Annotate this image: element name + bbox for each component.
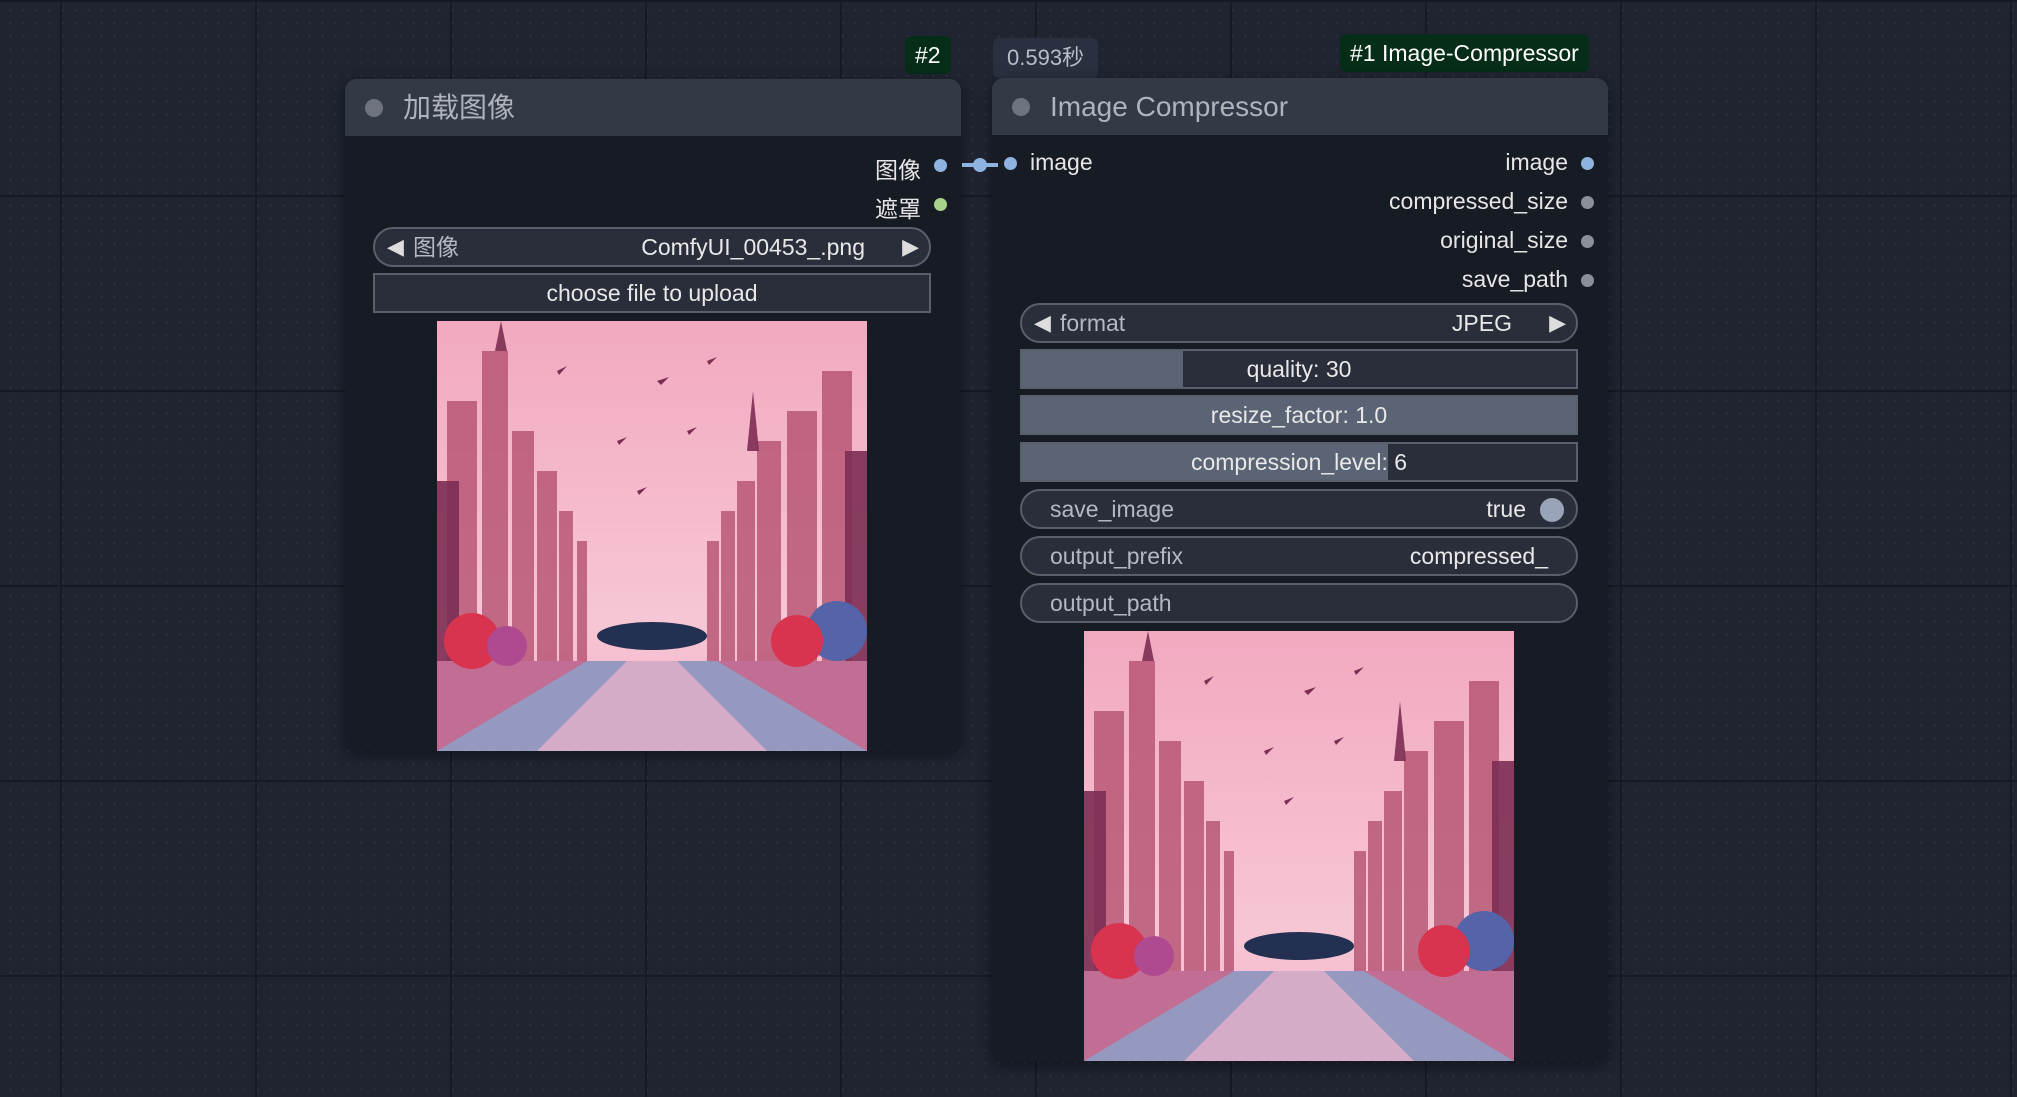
output-label-save-path: save_path [1461, 266, 1568, 292]
node-title: Image Compressor [1050, 91, 1289, 122]
quality-slider[interactable]: quality: 30 [1020, 349, 1578, 389]
node-link[interactable] [940, 150, 1020, 180]
field-label: output_prefix [1050, 543, 1183, 569]
toggle-knob-icon[interactable] [1540, 498, 1564, 522]
field-value: compressed_ [1409, 543, 1548, 569]
collapse-dot-icon[interactable] [1012, 98, 1030, 116]
node-id-badge: #2 [905, 36, 951, 74]
load-image-node[interactable]: 加载图像 图像 遮罩 ◀ 图像 ComfyUI_00453_.png ▶ cho… [345, 79, 961, 751]
node-id-badge: #1 Image-Compressor [1340, 34, 1589, 72]
output-slot-compressed-size[interactable] [1581, 196, 1594, 209]
next-arrow-icon[interactable]: ▶ [1549, 305, 1566, 341]
combo-value: JPEG [1451, 310, 1512, 336]
compressed-preview-image [1084, 631, 1514, 1061]
node-title-bar[interactable]: Image Compressor [992, 78, 1608, 135]
format-combo[interactable]: ◀ format JPEG ▶ [1020, 303, 1578, 343]
output-label-mask: 遮罩 [875, 196, 921, 222]
output-label-original-size: original_size [1440, 227, 1568, 253]
output-label-compressed-size: compressed_size [1389, 188, 1568, 214]
slider-text: compression_level: 6 [1190, 449, 1408, 475]
node-body: 图像 遮罩 ◀ 图像 ComfyUI_00453_.png ▶ choose f… [345, 136, 961, 751]
input-label-image: image [1030, 149, 1093, 175]
save-image-toggle[interactable]: save_image true [1020, 489, 1578, 529]
toggle-value: true [1486, 496, 1526, 522]
compression-level-slider[interactable]: compression_level: 6 [1020, 442, 1578, 482]
output-slot-mask[interactable] [934, 198, 947, 211]
output-label-image: 图像 [875, 157, 921, 183]
prev-arrow-icon[interactable]: ◀ [1034, 305, 1051, 341]
output-path-field[interactable]: output_path [1020, 583, 1578, 623]
image-compressor-node[interactable]: Image Compressor image image compressed_… [992, 78, 1608, 1062]
execution-time-badge: 0.593秒 [993, 38, 1099, 78]
next-arrow-icon[interactable]: ▶ [902, 229, 919, 265]
collapse-dot-icon[interactable] [365, 99, 383, 117]
combo-value: ComfyUI_00453_.png [641, 234, 865, 260]
output-label-image: image [1505, 149, 1568, 175]
node-title-bar[interactable]: 加载图像 [345, 79, 961, 136]
output-slot-image[interactable] [1581, 157, 1594, 170]
preview-image [437, 321, 867, 751]
slider-text: quality: 30 [1246, 356, 1352, 382]
output-slot-save-path[interactable] [1581, 274, 1594, 287]
slider-text: resize_factor: 1.0 [1210, 402, 1388, 428]
output-slot-original-size[interactable] [1581, 235, 1594, 248]
resize-factor-slider[interactable]: resize_factor: 1.0 [1020, 395, 1578, 435]
image-file-combo[interactable]: ◀ 图像 ComfyUI_00453_.png ▶ [373, 227, 931, 267]
combo-label: 图像 [413, 234, 459, 260]
prev-arrow-icon[interactable]: ◀ [387, 229, 404, 265]
toggle-label: save_image [1050, 496, 1175, 522]
output-prefix-field[interactable]: output_prefix compressed_ [1020, 536, 1578, 576]
upload-button[interactable]: choose file to upload [373, 273, 931, 313]
node-body: image image compressed_size original_siz… [992, 135, 1608, 1062]
field-label: output_path [1050, 590, 1172, 616]
node-title: 加载图像 [403, 92, 516, 123]
combo-label: format [1060, 310, 1126, 336]
